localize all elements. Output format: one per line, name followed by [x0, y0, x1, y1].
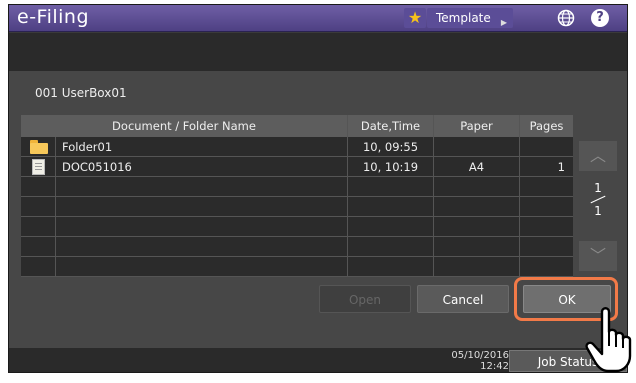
document-icon — [32, 159, 45, 175]
table-row[interactable]: Folder01 10, 09:55 — [21, 137, 573, 157]
status-date: 05/10/2016 — [451, 350, 509, 361]
app-title: e-Filing — [17, 6, 90, 28]
table-row-empty — [21, 257, 573, 277]
table-row-empty — [21, 177, 573, 197]
table-row-empty — [21, 197, 573, 217]
row-pages: 1 — [557, 160, 565, 174]
row-date: 10, 09:55 — [348, 137, 434, 156]
globe-icon[interactable] — [555, 8, 577, 28]
page-total: 1 — [594, 204, 602, 218]
header-name: Document / Folder Name — [21, 115, 348, 137]
message-strip — [9, 33, 627, 71]
row-name: Folder01 — [56, 137, 348, 156]
row-icon-cell — [21, 157, 56, 176]
efiling-window: e-Filing ★ Template ▶ ? Document / Folde… — [8, 4, 628, 373]
header-pages: Pages — [529, 119, 564, 133]
table-row[interactable]: DOC051016 10, 10:19 A4 1 — [21, 157, 573, 177]
page-divider — [590, 195, 606, 204]
date-time: 05/10/2016 12:42 — [429, 350, 509, 372]
table-row-empty — [21, 237, 573, 257]
title-bar: e-Filing ★ Template ▶ ? — [9, 5, 627, 32]
row-date: 10, 10:19 — [348, 157, 434, 176]
chevron-down-icon: ﹀ — [589, 246, 606, 265]
row-pages — [520, 137, 573, 156]
header-paper: Paper — [434, 115, 520, 137]
status-bar: 05/10/2016 12:42 Job Status — [9, 348, 627, 372]
page-current: 1 — [594, 181, 602, 195]
box-label: 001 UserBox01 — [35, 86, 127, 100]
scroll-up-button[interactable]: ︿ — [579, 141, 617, 171]
row-name: DOC051016 — [56, 157, 348, 176]
cancel-button[interactable]: Cancel — [417, 285, 509, 313]
chevron-up-icon: ︿ — [589, 146, 606, 165]
folder-icon — [30, 140, 48, 154]
help-icon[interactable]: ? — [591, 9, 609, 27]
row-paper — [434, 137, 520, 156]
table-header: Document / Folder Name Date,Time Paper P… — [21, 115, 573, 137]
page-scroller: ︿ 1 1 ﹀ — [579, 115, 617, 271]
row-icon-cell — [21, 137, 56, 156]
template-label: Template — [436, 11, 491, 25]
scroll-down-button[interactable]: ﹀ — [579, 241, 617, 271]
template-button[interactable]: Template ▶ — [427, 8, 513, 28]
triangle-right-icon: ▶ — [500, 18, 507, 27]
page-indicator: 1 1 — [579, 181, 617, 218]
status-time: 12:42 — [480, 361, 509, 372]
header-date: Date,Time — [348, 115, 434, 137]
row-paper: A4 — [434, 157, 520, 176]
star-icon[interactable]: ★ — [404, 8, 426, 28]
open-button[interactable]: Open — [319, 285, 411, 313]
pointer-hand-icon — [585, 307, 632, 373]
table-row-empty — [21, 217, 573, 237]
